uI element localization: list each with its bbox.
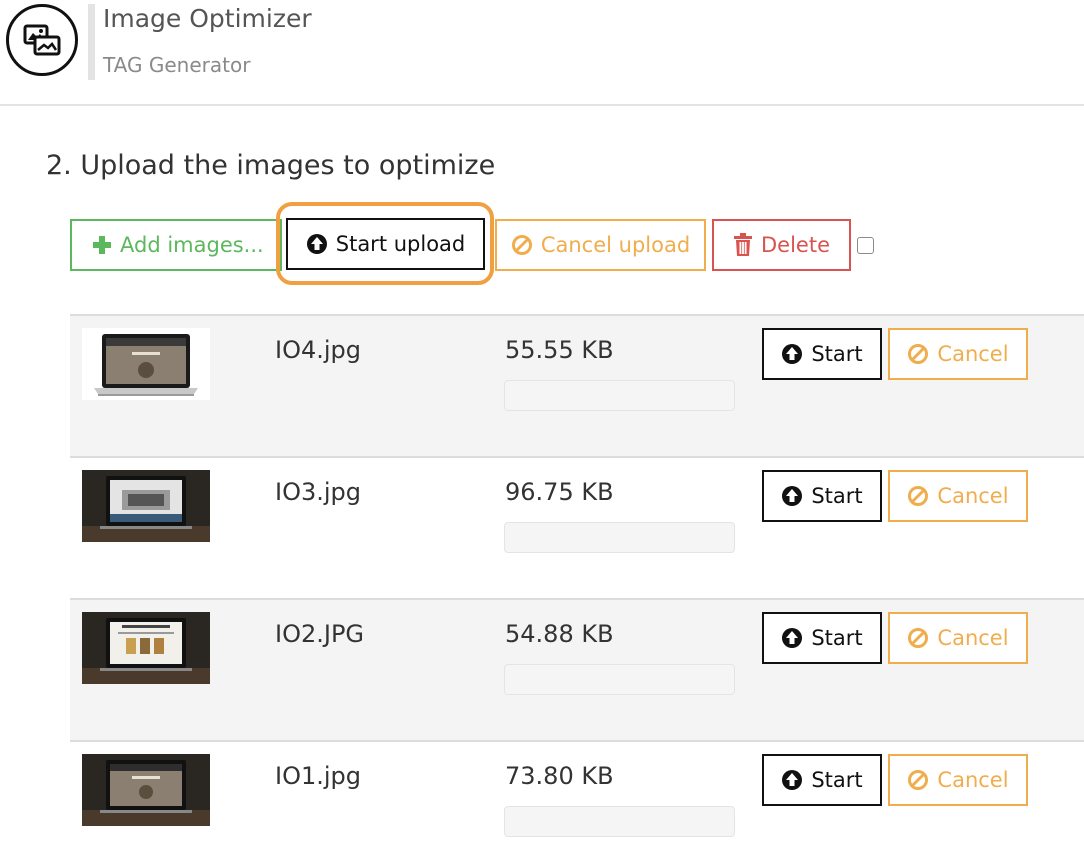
select-all-checkbox[interactable] bbox=[857, 237, 874, 254]
cancel-button[interactable]: Cancel bbox=[888, 612, 1028, 664]
cancel-button[interactable]: Cancel bbox=[888, 470, 1028, 522]
start-label: Start bbox=[811, 484, 863, 508]
start-button[interactable]: Start bbox=[762, 328, 882, 380]
start-button[interactable]: Start bbox=[762, 470, 882, 522]
start-label: Start bbox=[811, 768, 863, 792]
add-images-label: Add images... bbox=[120, 233, 264, 257]
upload-circle-icon bbox=[782, 628, 803, 648]
upload-progress-bar bbox=[504, 380, 735, 411]
section-title: 2. Upload the images to optimize bbox=[46, 150, 496, 181]
file-row: IO3.jpg 96.75 KB Start Cancel bbox=[70, 456, 1084, 598]
file-thumbnail bbox=[82, 612, 210, 684]
delete-button[interactable]: Delete bbox=[712, 219, 851, 271]
cancel-label: Cancel bbox=[937, 626, 1009, 650]
cancel-label: Cancel bbox=[937, 484, 1009, 508]
file-name: IO4.jpg bbox=[275, 336, 362, 364]
trash-icon bbox=[734, 233, 752, 256]
add-images-button[interactable]: Add images... bbox=[70, 219, 282, 271]
upload-progress-bar bbox=[504, 664, 735, 695]
cancel-upload-button[interactable]: Cancel upload bbox=[495, 219, 706, 271]
file-size: 55.55 KB bbox=[505, 336, 614, 364]
cancel-upload-label: Cancel upload bbox=[540, 233, 691, 257]
file-row: IO1.jpg 73.80 KB Start Cancel bbox=[70, 740, 1084, 866]
plus-icon bbox=[93, 236, 111, 254]
start-button[interactable]: Start bbox=[762, 754, 882, 806]
start-label: Start bbox=[811, 626, 863, 650]
header-divider bbox=[88, 4, 95, 80]
ban-icon bbox=[908, 628, 929, 648]
upload-circle-icon bbox=[782, 770, 803, 790]
file-size: 73.80 KB bbox=[505, 762, 614, 790]
ban-icon bbox=[908, 770, 929, 790]
upload-circle-icon bbox=[782, 344, 803, 364]
file-size: 54.88 KB bbox=[505, 620, 614, 648]
file-row: IO2.JPG 54.88 KB Start Cancel bbox=[70, 598, 1084, 740]
cancel-label: Cancel bbox=[937, 768, 1009, 792]
app-subtitle: TAG Generator bbox=[103, 53, 251, 77]
start-button[interactable]: Start bbox=[762, 612, 882, 664]
file-thumbnail bbox=[82, 754, 210, 826]
file-size: 96.75 KB bbox=[505, 478, 614, 506]
cancel-button[interactable]: Cancel bbox=[888, 754, 1028, 806]
start-upload-button[interactable]: Start upload bbox=[286, 218, 485, 270]
app-header: Image Optimizer TAG Generator bbox=[0, 0, 1084, 106]
upload-circle-icon bbox=[782, 486, 803, 506]
images-icon bbox=[6, 4, 78, 76]
file-row: IO4.jpg 55.55 KB Start Cancel bbox=[70, 314, 1084, 456]
cancel-button[interactable]: Cancel bbox=[888, 328, 1028, 380]
upload-circle-icon bbox=[306, 234, 327, 254]
file-name: IO3.jpg bbox=[275, 478, 362, 506]
file-thumbnail bbox=[82, 328, 210, 400]
file-name: IO2.JPG bbox=[275, 620, 365, 648]
upload-progress-bar bbox=[504, 522, 735, 553]
start-upload-label: Start upload bbox=[335, 232, 466, 256]
ban-icon bbox=[908, 486, 929, 506]
app-title: Image Optimizer bbox=[103, 4, 312, 33]
ban-icon bbox=[511, 235, 532, 255]
file-thumbnail bbox=[82, 470, 210, 542]
cancel-label: Cancel bbox=[937, 342, 1009, 366]
ban-icon bbox=[908, 344, 929, 364]
delete-label: Delete bbox=[761, 233, 830, 257]
upload-progress-bar bbox=[504, 806, 735, 837]
file-name: IO1.jpg bbox=[275, 762, 362, 790]
start-label: Start bbox=[811, 342, 863, 366]
